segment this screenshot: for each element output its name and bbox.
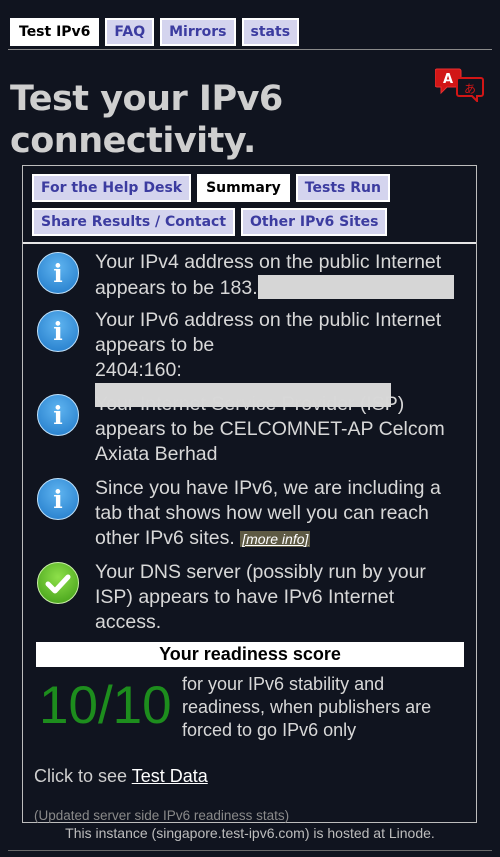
- page-title: Test your IPv6 connectivity.: [10, 79, 283, 161]
- updated-stats-link[interactable]: (Updated server side IPv6 readiness stat…: [34, 808, 289, 823]
- ipv4-text: Your IPv4 address on the public Internet…: [95, 250, 465, 301]
- check-icon: [37, 562, 79, 604]
- ipv4-result: i Your IPv4 address on the public Intern…: [37, 250, 465, 301]
- info-icon: i: [37, 394, 79, 436]
- tabs-divider: [23, 242, 476, 244]
- results-tabs: For the Help Desk Summary Tests Run Shar…: [32, 174, 472, 236]
- tab-test-ipv6[interactable]: Test IPv6: [10, 18, 100, 46]
- tab-tests-run[interactable]: Tests Run: [295, 174, 390, 202]
- top-divider: [8, 49, 492, 50]
- top-nav: Test IPv6 FAQ Mirrors stats: [10, 18, 300, 46]
- tab-stats[interactable]: stats: [241, 18, 300, 46]
- tab-help-desk[interactable]: For the Help Desk: [32, 174, 192, 202]
- bottom-divider: [8, 850, 492, 851]
- readiness-score-description: for your IPv6 stability and readiness, w…: [182, 674, 432, 740]
- test-data-line: Click to see Test Data: [34, 766, 208, 786]
- results-panel: For the Help Desk Summary Tests Run Shar…: [22, 165, 477, 823]
- tab-other-ipv6-sites[interactable]: Other IPv6 Sites: [241, 208, 388, 236]
- isp-result: i Your Internet Service Provider (ISP) a…: [37, 392, 465, 467]
- test-data-link[interactable]: Test Data: [132, 766, 208, 786]
- tab-note-text: Since you have IPv6, we are including a …: [95, 477, 441, 549]
- info-icon: i: [37, 478, 79, 520]
- footer-text: This instance (singapore.test-ipv6.com) …: [65, 825, 435, 841]
- readiness-score-header: Your readiness score: [36, 642, 464, 667]
- isp-text: Your Internet Service Provider (ISP) app…: [95, 393, 445, 465]
- info-icon: i: [37, 310, 79, 352]
- dns-text: Your DNS server (possibly run by your IS…: [95, 561, 426, 633]
- tab-faq[interactable]: FAQ: [105, 18, 155, 46]
- tab-note-result: i Since you have IPv6, we are including …: [37, 476, 465, 552]
- tab-mirrors[interactable]: Mirrors: [160, 18, 236, 46]
- info-icon: i: [37, 252, 79, 294]
- tab-summary[interactable]: Summary: [197, 174, 290, 202]
- tab-share-results[interactable]: Share Results / Contact: [32, 208, 236, 236]
- dns-result: Your DNS server (possibly run by your IS…: [37, 560, 465, 635]
- more-info-link[interactable]: [more info]: [240, 531, 311, 547]
- redacted-block: [257, 275, 454, 299]
- readiness-score-value: 10/10: [39, 676, 172, 735]
